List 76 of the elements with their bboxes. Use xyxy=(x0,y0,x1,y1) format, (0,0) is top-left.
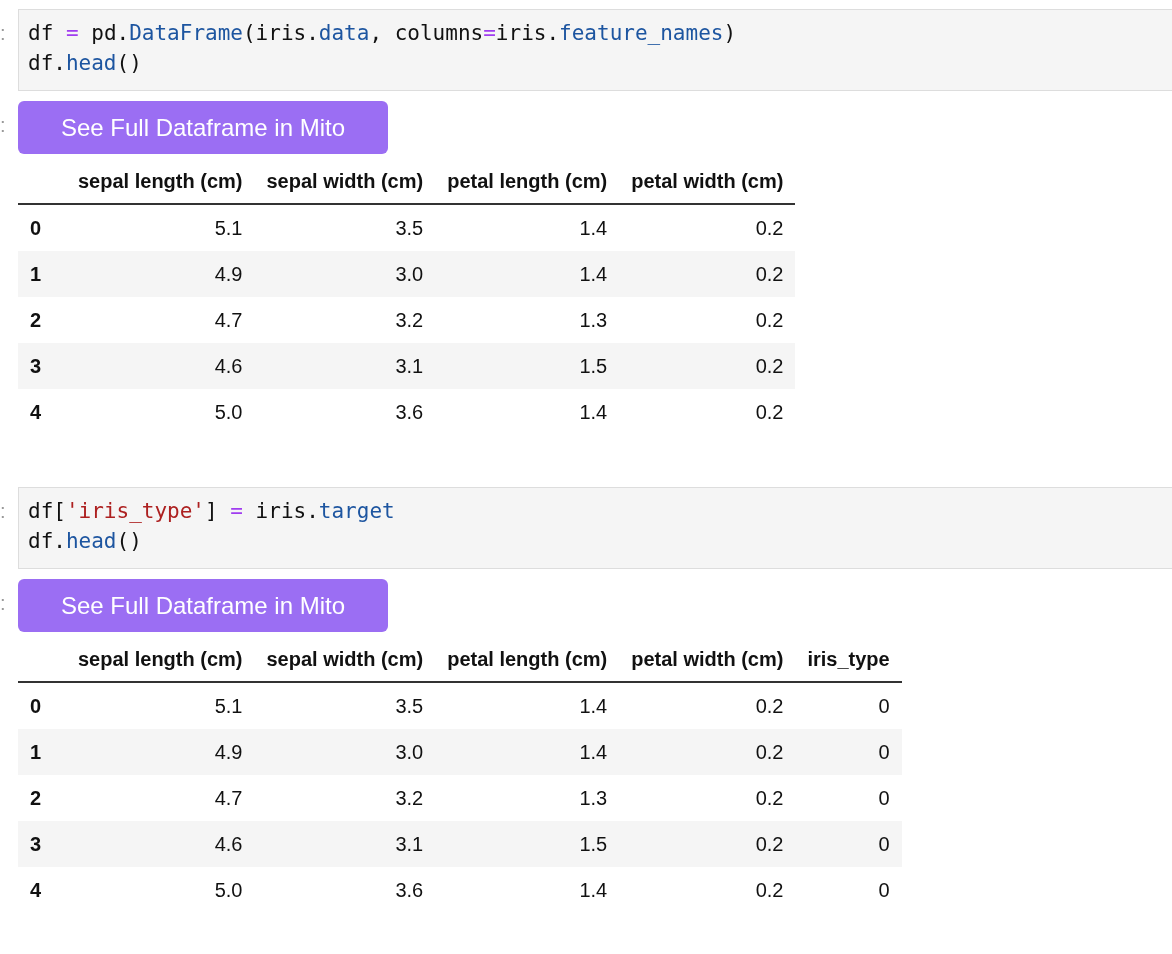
column-header: petal width (cm) xyxy=(619,638,796,682)
table-cell: 4.6 xyxy=(66,821,255,867)
row-index: 4 xyxy=(18,867,66,913)
row-index: 0 xyxy=(18,682,66,729)
table-cell: 0 xyxy=(795,775,902,821)
table-cell: 1.4 xyxy=(435,251,620,297)
table-cell: 0.2 xyxy=(619,682,796,729)
table-cell: 4.9 xyxy=(66,251,255,297)
row-index: 0 xyxy=(18,204,66,251)
table-cell: 1.3 xyxy=(435,775,620,821)
table-cell: 1.4 xyxy=(435,204,620,251)
table-cell: 3.5 xyxy=(254,204,436,251)
table-cell: 4.7 xyxy=(66,297,255,343)
table-cell: 0.2 xyxy=(619,251,796,297)
table-cell: 5.0 xyxy=(66,867,255,913)
row-index: 4 xyxy=(18,389,66,435)
table-cell: 3.2 xyxy=(254,775,436,821)
table-cell: 0.2 xyxy=(619,389,796,435)
table-cell: 0.2 xyxy=(619,343,796,389)
column-header: sepal width (cm) xyxy=(254,160,436,204)
table-cell: 1.4 xyxy=(435,867,620,913)
row-index: 2 xyxy=(18,775,66,821)
table-cell: 1.4 xyxy=(435,729,620,775)
cell-prompt: : xyxy=(0,591,7,613)
row-index: 1 xyxy=(18,729,66,775)
column-header: petal length (cm) xyxy=(435,638,620,682)
table-cell: 1.4 xyxy=(435,389,620,435)
table-cell: 3.5 xyxy=(254,682,436,729)
code-line: df.head() xyxy=(28,528,143,555)
table-cell: 5.1 xyxy=(66,204,255,251)
table-cell: 0.2 xyxy=(619,729,796,775)
table-cell: 0.2 xyxy=(619,867,796,913)
table-cell: 1.5 xyxy=(435,821,620,867)
table-cell: 3.2 xyxy=(254,297,436,343)
column-header: sepal length (cm) xyxy=(66,160,255,204)
table-cell: 0.2 xyxy=(619,204,796,251)
code-line: df = pd.DataFrame(iris.data, columns=iris.feature_names) xyxy=(28,20,738,47)
column-header: iris_type xyxy=(795,638,902,682)
code-input[interactable]: df['iris_type'] = iris.target df.head() xyxy=(18,487,1172,569)
table-cell: 3.6 xyxy=(254,867,436,913)
table-cell: 4.9 xyxy=(66,729,255,775)
table-cell: 0 xyxy=(795,729,902,775)
column-header: sepal width (cm) xyxy=(254,638,436,682)
table-cell: 4.6 xyxy=(66,343,255,389)
table-cell: 3.6 xyxy=(254,389,436,435)
table-cell: 5.1 xyxy=(66,682,255,729)
table-cell: 0.2 xyxy=(619,821,796,867)
row-index: 2 xyxy=(18,297,66,343)
table-cell: 5.0 xyxy=(66,389,255,435)
see-full-dataframe-button[interactable]: See Full Dataframe in Mito xyxy=(18,579,388,632)
column-header: petal width (cm) xyxy=(619,160,796,204)
column-header: sepal length (cm) xyxy=(66,638,255,682)
row-index: 3 xyxy=(18,343,66,389)
cell-prompt: : xyxy=(0,499,7,521)
cell-prompt: : xyxy=(0,21,7,43)
table-cell: 4.7 xyxy=(66,775,255,821)
table-cell: 3.0 xyxy=(254,251,436,297)
table-cell: 0 xyxy=(795,682,902,729)
see-full-dataframe-button[interactable]: See Full Dataframe in Mito xyxy=(18,101,388,154)
table-cell: 0.2 xyxy=(619,775,796,821)
code-line: df['iris_type'] = iris.target xyxy=(28,498,396,525)
table-cell: 0 xyxy=(795,821,902,867)
row-index: 3 xyxy=(18,821,66,867)
table-cell: 1.4 xyxy=(435,682,620,729)
table-cell: 3.1 xyxy=(254,343,436,389)
code-line: df.head() xyxy=(28,50,143,77)
table-cell: 1.5 xyxy=(435,343,620,389)
column-header: petal length (cm) xyxy=(435,160,620,204)
row-index: 1 xyxy=(18,251,66,297)
code-input[interactable]: df = pd.DataFrame(iris.data, columns=iris.feature_names) df.head() xyxy=(18,9,1172,91)
table-cell: 1.3 xyxy=(435,297,620,343)
table-cell: 0.2 xyxy=(619,297,796,343)
table-cell: 3.1 xyxy=(254,821,436,867)
cell-prompt: : xyxy=(0,113,7,135)
table-cell: 0 xyxy=(795,867,902,913)
table-cell: 3.0 xyxy=(254,729,436,775)
